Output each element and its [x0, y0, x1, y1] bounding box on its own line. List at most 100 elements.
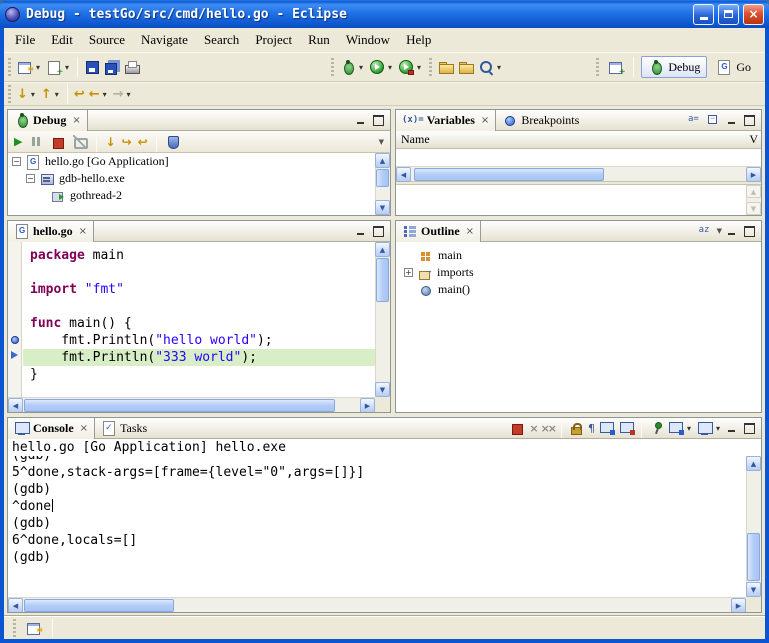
- outline-item-imports[interactable]: + imports: [396, 264, 761, 281]
- show-stderr-console-button[interactable]: [617, 416, 637, 440]
- minimize-view-button[interactable]: [353, 224, 368, 238]
- console-vertical-scrollbar[interactable]: ▲ ▼: [746, 456, 761, 597]
- tab-tasks[interactable]: Tasks: [95, 418, 153, 439]
- code-line[interactable]: fmt.Println("hello world");: [23, 332, 375, 349]
- suspend-button[interactable]: [26, 130, 46, 154]
- console-content[interactable]: hello.go [Go Application] hello.exe (gdb…: [8, 439, 761, 612]
- scrollbar-thumb[interactable]: [376, 258, 389, 302]
- editor-content[interactable]: package main import "fmt" func main() { …: [8, 242, 390, 412]
- use-step-filters-button[interactable]: [163, 130, 183, 154]
- menu-help[interactable]: Help: [398, 29, 439, 51]
- chevron-down-icon[interactable]: ▾: [714, 424, 722, 433]
- breakpoint-marker-icon[interactable]: [11, 336, 19, 344]
- tab-hello-go[interactable]: hello.go ×: [8, 221, 94, 242]
- pin-console-button[interactable]: [646, 416, 666, 440]
- perspective-go-button[interactable]: Go: [710, 57, 757, 77]
- expand-expander-icon[interactable]: +: [404, 268, 413, 277]
- perspective-debug-button[interactable]: Debug: [641, 56, 707, 78]
- step-into-button[interactable]: ↓: [103, 130, 117, 154]
- disconnect-button[interactable]: [70, 130, 90, 154]
- code-line[interactable]: import "fmt": [23, 281, 375, 298]
- debug-view-menu-button[interactable]: ▼: [377, 130, 386, 154]
- chevron-down-icon[interactable]: ▾: [125, 90, 133, 99]
- new-wizard-button[interactable]: ▾: [15, 55, 44, 79]
- scroll-left-icon[interactable]: ◀: [396, 167, 411, 182]
- close-button[interactable]: ×: [743, 4, 764, 25]
- toolbar-grip[interactable]: [331, 58, 334, 76]
- scroll-up-icon[interactable]: ▲: [375, 242, 390, 257]
- maximize-view-button[interactable]: [742, 421, 757, 435]
- debug-tree-row-process[interactable]: − gdb-hello.exe: [8, 170, 390, 187]
- close-tab-icon[interactable]: ×: [80, 423, 88, 434]
- scrollbar-thumb[interactable]: [24, 599, 174, 612]
- scroll-down-icon[interactable]: ▼: [375, 382, 390, 397]
- debug-tree-row-launch[interactable]: − hello.go [Go Application]: [8, 153, 390, 170]
- scroll-right-icon[interactable]: ▶: [360, 398, 375, 412]
- next-annotation-button[interactable]: ↓ ▾: [15, 82, 39, 106]
- tab-debug[interactable]: Debug ×: [8, 110, 88, 131]
- console-terminate-button[interactable]: [507, 416, 527, 440]
- outline-item-package[interactable]: main: [396, 247, 761, 264]
- toolbar-grip[interactable]: [8, 58, 11, 76]
- minimize-view-button[interactable]: [724, 113, 739, 127]
- menu-project[interactable]: Project: [247, 29, 300, 51]
- scroll-down-icon[interactable]: ▼: [375, 200, 390, 215]
- close-tab-icon[interactable]: ×: [72, 115, 80, 126]
- open-perspective-button[interactable]: [606, 55, 626, 79]
- remove-all-launches-button[interactable]: ××: [539, 416, 557, 440]
- menu-window[interactable]: Window: [338, 29, 398, 51]
- toolbar-grip[interactable]: [429, 58, 432, 76]
- open-resource-button[interactable]: [436, 55, 456, 79]
- scrollbar-thumb[interactable]: [414, 168, 604, 181]
- close-tab-icon[interactable]: ×: [466, 226, 474, 237]
- collapse-expander-icon[interactable]: −: [26, 174, 35, 183]
- debug-tree-row-thread[interactable]: gothread-2: [8, 187, 390, 204]
- maximize-view-button[interactable]: [371, 224, 386, 238]
- external-tools-button[interactable]: ▾: [396, 55, 425, 79]
- show-stdout-console-button[interactable]: [597, 416, 617, 440]
- close-tab-icon[interactable]: ×: [481, 115, 489, 126]
- code-line[interactable]: func main() {: [23, 315, 375, 332]
- collapse-expander-icon[interactable]: −: [12, 157, 21, 166]
- tab-breakpoints[interactable]: Breakpoints: [496, 110, 585, 131]
- close-tab-icon[interactable]: ×: [79, 226, 87, 237]
- collapse-all-button[interactable]: [704, 108, 724, 132]
- open-type-button[interactable]: [456, 55, 476, 79]
- detail-vertical-scrollbar[interactable]: ▲ ▼: [746, 185, 761, 215]
- scroll-lock-button[interactable]: [566, 416, 586, 440]
- minimize-view-button[interactable]: [724, 421, 739, 435]
- chevron-down-icon[interactable]: ▾: [685, 424, 693, 433]
- resume-button[interactable]: ▶: [12, 130, 24, 154]
- current-debug-line[interactable]: fmt.Println("333 world");: [23, 349, 375, 366]
- fast-view-button[interactable]: [24, 616, 44, 640]
- chevron-down-icon[interactable]: ▾: [29, 90, 37, 99]
- tab-outline[interactable]: Outline ×: [396, 221, 481, 242]
- debug-vertical-scrollbar[interactable]: ▲ ▼: [375, 153, 390, 215]
- maximize-view-button[interactable]: [742, 224, 757, 238]
- titlebar[interactable]: Debug - testGo/src/cmd/hello.go - Eclips…: [0, 0, 769, 28]
- debug-button[interactable]: ▾: [338, 55, 367, 79]
- code-line[interactable]: }: [23, 366, 375, 383]
- word-wrap-button[interactable]: ¶: [586, 416, 597, 440]
- code-line[interactable]: [23, 298, 375, 315]
- toolbar-grip[interactable]: [596, 58, 599, 76]
- tab-variables[interactable]: (x)= Variables ×: [396, 110, 496, 131]
- scroll-right-icon[interactable]: ▶: [731, 598, 746, 612]
- maximize-view-button[interactable]: [371, 113, 386, 127]
- last-edit-location-button[interactable]: ↩: [72, 82, 87, 106]
- scrollbar-thumb[interactable]: [24, 399, 335, 412]
- scroll-up-icon[interactable]: ▲: [746, 185, 761, 198]
- run-button[interactable]: ▾: [367, 55, 396, 79]
- save-button[interactable]: [82, 55, 102, 79]
- statusbar-grip[interactable]: [13, 619, 16, 637]
- maximize-view-button[interactable]: [742, 113, 757, 127]
- scroll-up-icon[interactable]: ▲: [746, 456, 761, 471]
- code-line[interactable]: package main: [23, 247, 375, 264]
- menu-run[interactable]: Run: [300, 29, 338, 51]
- menu-navigate[interactable]: Navigate: [133, 29, 196, 51]
- scroll-down-icon[interactable]: ▼: [746, 582, 761, 597]
- scrollbar-thumb[interactable]: [747, 533, 760, 581]
- step-return-button[interactable]: ↩: [136, 130, 150, 154]
- outline-view-menu-button[interactable]: ▼: [715, 219, 724, 243]
- menu-source[interactable]: Source: [81, 29, 133, 51]
